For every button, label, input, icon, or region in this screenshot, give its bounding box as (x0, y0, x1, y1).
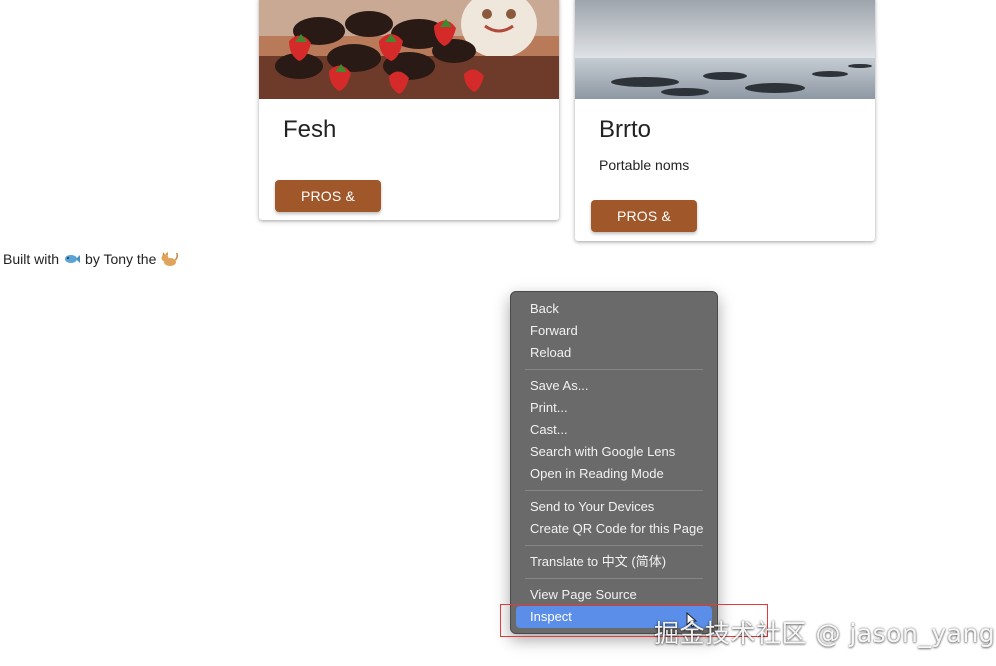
menu-item-reading-mode[interactable]: Open in Reading Mode (516, 463, 712, 485)
fish-emoji-icon (63, 250, 81, 268)
menu-item-back[interactable]: Back (516, 298, 712, 320)
menu-item-google-lens[interactable]: Search with Google Lens (516, 441, 712, 463)
pros-cons-button[interactable]: PROS & CONS (275, 180, 381, 212)
pros-cons-button[interactable]: PROS & CONS (591, 200, 697, 241)
card-brrto: Brrto Portable noms PROS & CONS (575, 0, 875, 241)
menu-item-save-as[interactable]: Save As... (516, 375, 712, 397)
menu-item-send-to-devices[interactable]: Send to Your Devices (516, 496, 712, 518)
footer-middle: by Tony the (85, 251, 157, 267)
card-image-seascape (575, 0, 875, 99)
card-title: Fesh (283, 116, 337, 143)
context-menu: Back Forward Reload Save As... Print... … (510, 291, 718, 634)
card-title: Brrto (599, 116, 652, 143)
menu-item-qr-code[interactable]: Create QR Code for this Page (516, 518, 712, 540)
menu-item-cast[interactable]: Cast... (516, 419, 712, 441)
menu-item-translate[interactable]: Translate to 中文 (简体) (516, 551, 712, 573)
menu-item-reload[interactable]: Reload (516, 342, 712, 364)
menu-item-print[interactable]: Print... (516, 397, 712, 419)
menu-item-view-source[interactable]: View Page Source (516, 584, 712, 606)
card-fesh: Fesh PROS & CONS (259, 0, 559, 220)
card-description: Portable noms (599, 157, 690, 173)
watermark: 掘金技术社区 @ jason_yang (654, 619, 996, 648)
menu-separator (525, 369, 703, 370)
footer: Built with by Tony the (3, 250, 179, 268)
card-image-strawberries (259, 0, 559, 99)
menu-separator (525, 578, 703, 579)
menu-separator (525, 490, 703, 491)
menu-item-forward[interactable]: Forward (516, 320, 712, 342)
menu-separator (525, 545, 703, 546)
cat-emoji-icon (160, 250, 179, 268)
footer-prefix: Built with (3, 251, 60, 267)
